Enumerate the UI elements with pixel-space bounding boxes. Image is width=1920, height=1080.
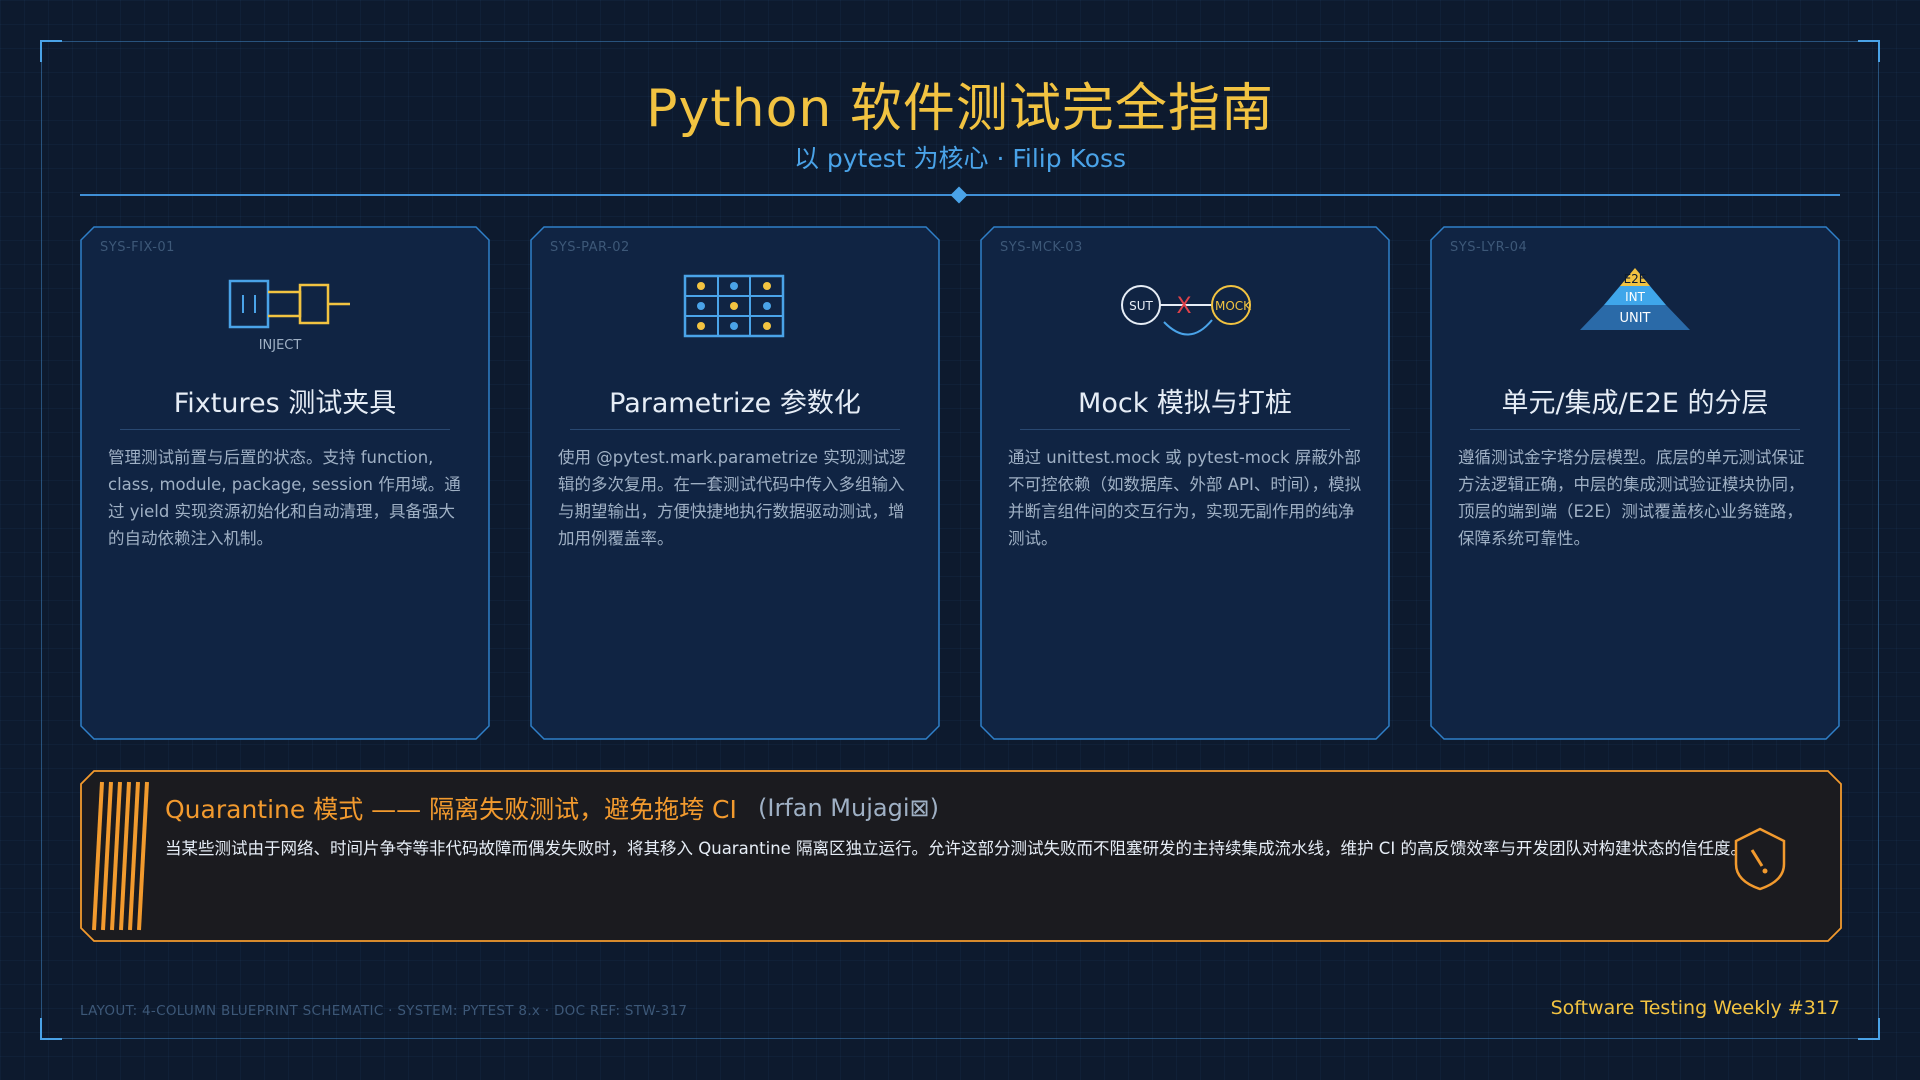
svg-text:INT: INT xyxy=(1625,290,1646,304)
test-pyramid-icon: E2E INT UNIT xyxy=(1580,268,1690,330)
svg-text:E2E: E2E xyxy=(1624,272,1647,286)
footer-meta: LAYOUT: 4-COLUMN BLUEPRINT SCHEMATIC · S… xyxy=(80,1003,688,1019)
mock-isolation-icon: SUT X MOCK xyxy=(1121,285,1252,336)
card-code: SYS-PAR-02 xyxy=(550,240,630,255)
card-separator xyxy=(1020,429,1350,430)
card-code: SYS-MCK-03 xyxy=(1000,240,1083,255)
quarantine-author: (Irfan Mujagi⊠) xyxy=(758,794,939,822)
card-code: SYS-LYR-04 xyxy=(1450,240,1528,255)
quarantine-banner: Quarantine 模式 —— 隔离失败测试，避免拖垮 CI (Irfan M… xyxy=(80,770,1842,942)
frame-corner xyxy=(40,40,62,62)
parametrize-grid-icon xyxy=(683,274,785,338)
quarantine-title: Quarantine 模式 —— 隔离失败测试，避免拖垮 CI xyxy=(165,795,737,824)
card-code: SYS-FIX-01 xyxy=(100,240,175,255)
card-separator xyxy=(120,429,450,430)
card-description: 使用 @pytest.mark.parametrize 实现测试逻辑的多次复用。… xyxy=(558,448,906,548)
frame-corner xyxy=(1858,40,1880,62)
page-subtitle: 以 pytest 为核心 · Filip Koss xyxy=(793,144,1127,173)
quarantine-description: 当某些测试由于网络、时间片争夺等非代码故障而偶发失败时，将其移入 Quarant… xyxy=(165,839,1747,858)
card-layers: SYS-LYR-04 E2E INT UNIT 单元/集成/E2E 的分层 遵循… xyxy=(1430,226,1840,740)
card-separator xyxy=(570,429,900,430)
svg-text:SUT: SUT xyxy=(1129,299,1153,313)
page-title: Python 软件测试完全指南 xyxy=(646,79,1274,139)
frame-corner xyxy=(40,1018,62,1040)
card-separator xyxy=(1470,429,1800,430)
card-description: 管理测试前置与后置的状态。支持 function, class, module,… xyxy=(108,448,461,548)
card-fixtures: SYS-FIX-01 INJECT Fixtures 测试夹具 管理测试前置与后… xyxy=(80,226,490,740)
card-title: Parametrize 参数化 xyxy=(609,388,861,419)
page: Python 软件测试完全指南 以 pytest 为核心 · Filip Kos… xyxy=(0,0,1920,1080)
card-description: 通过 unittest.mock 或 pytest-mock 屏蔽外部不可控依赖… xyxy=(1008,448,1362,548)
footer-issue: Software Testing Weekly #317 xyxy=(1550,997,1840,1019)
hazard-stripes-icon xyxy=(92,781,149,931)
card-title: Fixtures 测试夹具 xyxy=(173,388,397,419)
shield-warning-icon xyxy=(1734,827,1786,891)
svg-text:UNIT: UNIT xyxy=(1619,311,1650,326)
svg-text:MOCK: MOCK xyxy=(1215,299,1252,313)
card-title: Mock 模拟与打桩 xyxy=(1078,388,1292,419)
fixture-inject-icon: INJECT xyxy=(228,279,350,353)
card-title: 单元/集成/E2E 的分层 xyxy=(1501,388,1769,419)
card-parametrize: SYS-PAR-02 Parametrize 参数化 使用 @pytest.ma… xyxy=(530,226,940,740)
svg-text:X: X xyxy=(1176,294,1191,319)
inject-label: INJECT xyxy=(259,338,302,353)
frame-corner xyxy=(1858,1018,1880,1040)
card-description: 遵循测试金字塔分层模型。底层的单元测试保证方法逻辑正确，中层的集成测试验证模块协… xyxy=(1458,448,1805,548)
card-mock: SYS-MCK-03 SUT X MOCK Mock 模拟与打桩 通过 unit… xyxy=(980,226,1390,740)
